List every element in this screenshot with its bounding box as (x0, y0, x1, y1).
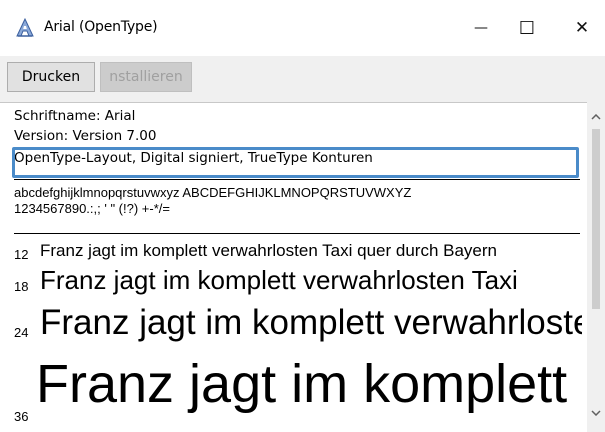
window-title: Arial (OpenType) (44, 19, 158, 35)
font-name-line: Schriftname: Arial (14, 108, 136, 124)
charset-letters: abcdefghijklmnopqrstuvwxyz ABCDEFGHIJKLM… (14, 185, 412, 200)
install-button[interactable]: nstallieren (100, 62, 192, 92)
vertical-scrollbar[interactable] (587, 102, 605, 432)
sample-row-24: 24 Franz jagt im komplett verwahrlosten (0, 303, 582, 349)
sample-row-18: 18 Franz jagt im komplett verwahrlosten … (0, 265, 582, 299)
font-version-line: Version: Version 7.00 (14, 128, 157, 144)
charset-digits: 1234567890.:,; ' " (!?) +-*/= (14, 201, 170, 216)
print-button[interactable]: Drucken (7, 62, 95, 92)
sample-text: Franz jagt im komplett verwahrlosten Tax… (40, 241, 497, 260)
minimize-button[interactable]: — (458, 8, 504, 48)
sample-row-12: 12 Franz jagt im komplett verwahrlosten … (0, 241, 582, 263)
sample-text: Franz jagt im komplett verwahrlosten (40, 303, 582, 342)
font-file-icon (14, 17, 36, 39)
sample-size-label: 12 (14, 247, 29, 262)
title-bar: Arial (OpenType) — ☐ ✕ (0, 0, 605, 56)
divider (14, 233, 580, 234)
maximize-button[interactable]: ☐ (504, 8, 550, 48)
toolbar: Drucken nstallieren (0, 56, 605, 102)
scroll-up-arrow-icon[interactable] (587, 110, 605, 124)
scrollbar-thumb[interactable] (592, 129, 600, 309)
sample-size-label: 36 (14, 409, 29, 424)
divider (14, 179, 580, 180)
sample-text: Franz jagt im komplett (36, 354, 568, 414)
sample-size-label: 18 (14, 279, 29, 294)
close-button[interactable]: ✕ (559, 8, 605, 48)
minimize-icon: — (474, 20, 488, 36)
maximize-icon: ☐ (518, 17, 536, 39)
sample-size-label: 24 (14, 325, 29, 340)
sample-text: Franz jagt im komplett verwahrlosten Tax… (40, 265, 518, 295)
highlight-box (12, 147, 579, 178)
close-icon: ✕ (574, 18, 590, 38)
scroll-down-arrow-icon[interactable] (587, 406, 605, 420)
sample-row-36: 36 Franz jagt im komplett (0, 353, 582, 432)
